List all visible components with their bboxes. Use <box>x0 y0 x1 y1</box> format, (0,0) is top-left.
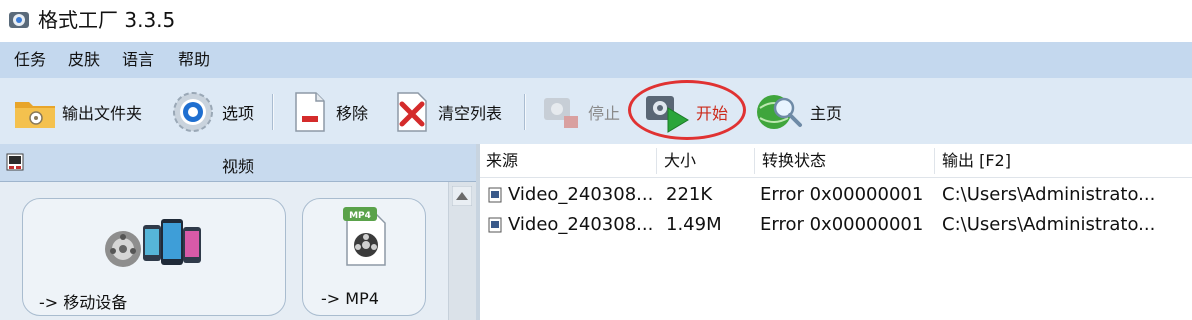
format-factory-app-icon <box>9 12 29 28</box>
table-row[interactable]: Video_240308... 221K Error 0x00000001 C:… <box>480 180 1192 210</box>
column-divider[interactable] <box>934 148 935 174</box>
remove-document-icon <box>295 92 325 132</box>
mp4-label: -> MP4 <box>321 289 379 308</box>
row-source: Video_240308... <box>508 184 654 205</box>
clear-list-button[interactable]: 清空列表 <box>390 90 502 134</box>
mp4-tile[interactable]: MP4 -> MP4 <box>302 198 426 316</box>
output-folder-label: 输出文件夹 <box>62 104 143 123</box>
row-status: Error 0x00000001 <box>760 214 924 235</box>
column-divider[interactable] <box>754 148 755 174</box>
video-category-title: 视频 <box>221 157 254 176</box>
mobile-devices-icon <box>105 219 201 267</box>
gear-icon <box>173 92 213 132</box>
options-button[interactable]: 选项 <box>168 90 254 134</box>
menu-help[interactable]: 帮助 <box>178 50 210 70</box>
menu-skin[interactable]: 皮肤 <box>68 50 100 70</box>
options-label: 选项 <box>222 104 255 123</box>
mp4-badge-text: MP4 <box>349 211 371 221</box>
remove-label: 移除 <box>336 104 369 123</box>
window-title: 格式工厂 3.3.5 <box>38 8 176 32</box>
stop-icon <box>544 98 578 128</box>
column-status[interactable]: 转换状态 <box>756 144 934 178</box>
format-tiles-area: -> 移动设备 MP4 -> MP4 <box>0 182 448 320</box>
remove-button[interactable]: 移除 <box>288 90 368 134</box>
stop-label: 停止 <box>588 104 621 123</box>
mobile-device-tile[interactable]: -> 移动设备 <box>22 198 286 316</box>
scroll-up-arrow-icon[interactable] <box>452 186 472 206</box>
home-label: 主页 <box>810 104 843 123</box>
row-source: Video_240308... <box>508 214 654 235</box>
row-status: Error 0x00000001 <box>760 184 924 205</box>
file-list-header: 来源 大小 转换状态 输出 [F2] <box>480 144 1192 178</box>
row-output: C:\Users\Administrato... <box>942 184 1156 205</box>
folder-icon <box>15 102 55 128</box>
toolbar: 输出文件夹 选项 移除 清空列表 停止 开始 主页 <box>0 78 1192 144</box>
category-panel: 视频 -> 移动设备 MP4 -> MP4 <box>0 144 476 320</box>
file-list-body: Video_240308... 221K Error 0x00000001 C:… <box>480 178 1192 320</box>
clear-list-icon <box>397 92 427 132</box>
row-size: 221K <box>666 184 713 205</box>
toolbar-separator <box>524 94 526 130</box>
menu-bar: 任务 皮肤 语言 帮助 <box>0 42 1192 78</box>
menu-task[interactable]: 任务 <box>14 50 46 70</box>
toolbar-separator <box>272 94 274 130</box>
mp4-file-icon: MP4 <box>343 207 386 266</box>
output-folder-button[interactable]: 输出文件夹 <box>12 90 142 134</box>
row-output: C:\Users\Administrato... <box>942 214 1156 235</box>
column-size[interactable]: 大小 <box>658 144 754 178</box>
column-divider[interactable] <box>656 148 657 174</box>
menu-language[interactable]: 语言 <box>122 50 154 70</box>
row-size: 1.49M <box>666 214 722 235</box>
video-file-icon <box>488 217 502 233</box>
clear-list-label: 清空列表 <box>438 104 503 123</box>
mobile-device-label: -> 移动设备 <box>39 293 128 312</box>
home-button[interactable]: 主页 <box>754 90 842 134</box>
video-file-icon <box>488 187 502 203</box>
column-output[interactable]: 输出 [F2] <box>936 144 1176 178</box>
table-row[interactable]: Video_240308... 1.49M Error 0x00000001 C… <box>480 210 1192 240</box>
column-source[interactable]: 来源 <box>480 144 656 178</box>
stop-button[interactable]: 停止 <box>540 90 620 134</box>
start-highlight-circle <box>628 80 746 140</box>
category-scrollbar[interactable] <box>448 182 476 320</box>
video-category-header[interactable]: 视频 <box>0 144 476 182</box>
home-globe-icon <box>757 95 802 129</box>
file-list-panel: 来源 大小 转换状态 输出 [F2] Video_240308... 221K … <box>480 144 1192 320</box>
title-bar: 格式工厂 3.3.5 <box>0 0 1192 42</box>
